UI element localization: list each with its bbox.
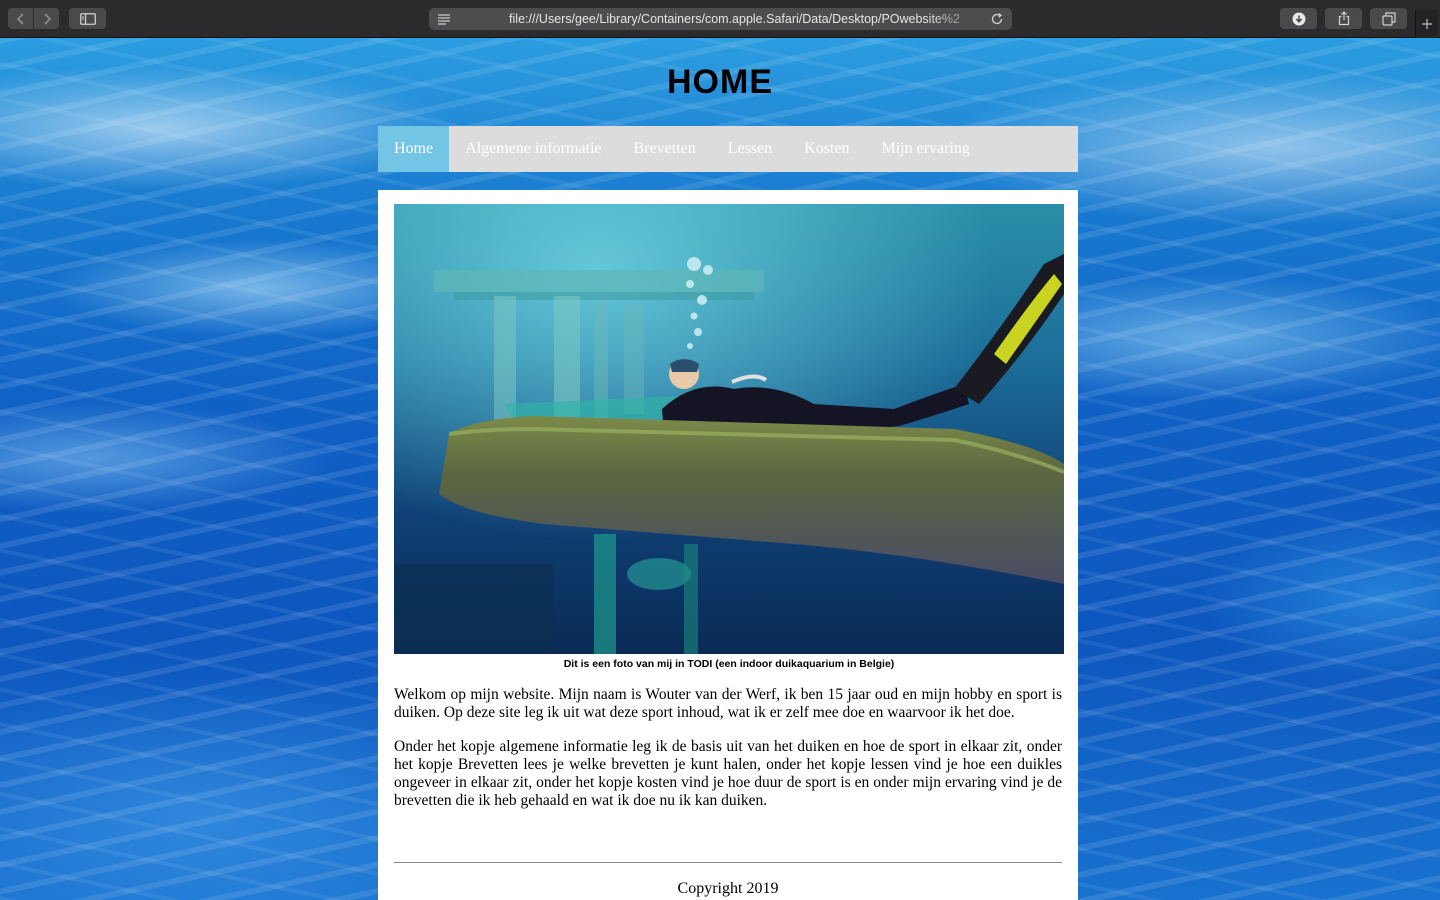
share-icon bbox=[1338, 11, 1349, 26]
share-button[interactable] bbox=[1325, 8, 1362, 29]
nav-item-mijn-ervaring[interactable]: Mijn ervaring bbox=[865, 126, 985, 172]
new-tab-button[interactable] bbox=[1415, 10, 1438, 38]
tabs-overview-icon bbox=[1381, 11, 1396, 26]
nav-item-home[interactable]: Home bbox=[378, 126, 450, 172]
main-navigation: Home Algemene informatie Brevetten Lesse… bbox=[378, 126, 1078, 172]
plus-icon bbox=[1422, 19, 1432, 29]
nav-item-lessen[interactable]: Lessen bbox=[712, 126, 788, 172]
forward-button[interactable] bbox=[34, 8, 59, 29]
sidebar-button[interactable] bbox=[69, 8, 106, 29]
download-icon bbox=[1292, 12, 1305, 25]
nav-item-brevetten[interactable]: Brevetten bbox=[618, 126, 712, 172]
url-text[interactable]: file:///Users/gee/Library/Containers/com… bbox=[451, 12, 990, 26]
address-bar[interactable]: file:///Users/gee/Library/Containers/com… bbox=[429, 8, 1012, 30]
back-button[interactable] bbox=[8, 8, 33, 29]
nav-item-kosten[interactable]: Kosten bbox=[788, 126, 865, 172]
downloads-button[interactable] bbox=[1280, 8, 1317, 29]
info-paragraph: Onder het kopje algemene informatie leg … bbox=[394, 738, 1062, 809]
photo-caption: Dit is een foto van mij in TODI (een ind… bbox=[563, 658, 895, 670]
chevron-right-icon bbox=[43, 12, 51, 25]
sidebar-icon bbox=[79, 12, 96, 25]
reload-icon[interactable] bbox=[990, 12, 1004, 26]
diver-photo bbox=[394, 204, 1064, 654]
reader-icon[interactable] bbox=[437, 12, 451, 26]
copyright-text: Copyright 2019 bbox=[677, 880, 779, 897]
footer-divider bbox=[394, 862, 1062, 863]
page-viewport: HOME Home Algemene informatie Brevetten … bbox=[0, 38, 1440, 900]
nav-item-algemene-informatie[interactable]: Algemene informatie bbox=[449, 126, 617, 172]
browser-toolbar: file:///Users/gee/Library/Containers/com… bbox=[0, 0, 1440, 38]
intro-paragraph: Welkom op mijn website. Mijn naam is Wou… bbox=[394, 686, 1062, 721]
chevron-left-icon bbox=[16, 12, 24, 25]
page-title: HOME bbox=[667, 63, 773, 101]
content-panel: Dit is een foto van mij in TODI (een ind… bbox=[378, 190, 1078, 900]
tabs-overview-button[interactable] bbox=[1370, 8, 1407, 29]
